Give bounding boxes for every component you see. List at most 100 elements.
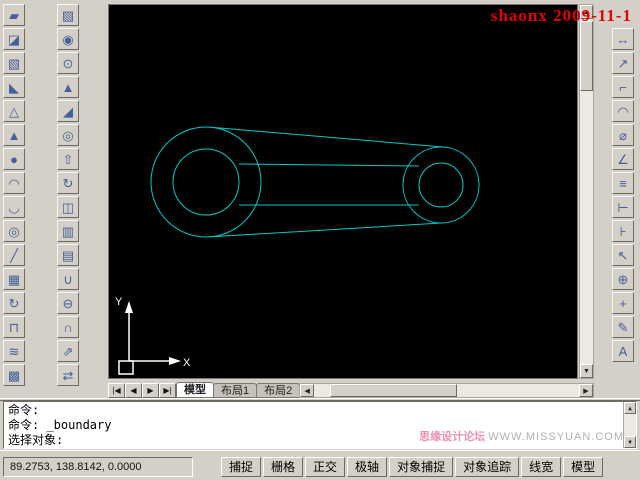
solid-cone-tool-button[interactable]: ▲ xyxy=(57,76,79,98)
horizontal-scroll-thumb[interactable] xyxy=(330,384,457,397)
watermark-site-name: 思缘设计论坛 xyxy=(419,431,485,443)
vertical-scrollbar: ▲ ▼ xyxy=(579,4,594,379)
right-outer-circle[interactable] xyxy=(403,147,479,223)
revolved-surface-icon: ↻ xyxy=(9,297,20,310)
dome-tool-button[interactable]: ◠ xyxy=(3,172,25,194)
dish-tool-button[interactable]: ◡ xyxy=(3,196,25,218)
center-mark-tool-button[interactable]: + xyxy=(612,292,634,314)
intersect-tool-button[interactable]: ∩ xyxy=(57,316,79,338)
move-faces-tool-button[interactable]: ⇄ xyxy=(57,364,79,386)
dimension-edit-tool-button[interactable]: ✎ xyxy=(612,316,634,338)
quick-leader-icon: ↖ xyxy=(618,249,629,262)
tab-nav-prev-button[interactable]: ◀ xyxy=(125,383,142,398)
tab-layout2[interactable]: 布局2 xyxy=(256,383,300,398)
top-slot-line[interactable] xyxy=(239,164,419,166)
union-tool-button[interactable]: ∪ xyxy=(57,268,79,290)
command-scroll-up-button[interactable]: ▲ xyxy=(624,402,636,414)
bottom-tangent-line[interactable] xyxy=(209,223,443,237)
edge-tool-button[interactable]: ╱ xyxy=(3,244,25,266)
revolved-surface-tool-button[interactable]: ↻ xyxy=(3,292,25,314)
torus-surface-tool-button[interactable]: ◎ xyxy=(3,220,25,242)
baseline-dimension-tool-button[interactable]: ⊢ xyxy=(612,196,634,218)
tab-nav-last-button[interactable]: ▶| xyxy=(159,383,176,398)
scroll-left-button[interactable]: ◀ xyxy=(300,384,314,397)
angular-dimension-tool-button[interactable]: ∠ xyxy=(612,148,634,170)
subtract-icon: ⊖ xyxy=(63,297,74,310)
slice-tool-button[interactable]: ◫ xyxy=(57,196,79,218)
command-scroll-down-button[interactable]: ▼ xyxy=(624,436,636,448)
diameter-dimension-tool-button[interactable]: ⌀ xyxy=(612,124,634,146)
ruled-surface-tool-button[interactable]: ≋ xyxy=(3,340,25,362)
status-toggle-polar[interactable]: 极轴 xyxy=(347,457,387,477)
vertical-scroll-track[interactable] xyxy=(580,19,593,364)
ordinate-dimension-icon: ⌐ xyxy=(619,81,627,94)
aligned-dimension-tool-button[interactable]: ↗ xyxy=(612,52,634,74)
revolve-tool-button[interactable]: ↻ xyxy=(57,172,79,194)
extrude-tool-button[interactable]: ⇧ xyxy=(57,148,79,170)
left-inner-circle[interactable] xyxy=(173,149,239,215)
left-outer-circle[interactable] xyxy=(151,127,261,237)
status-toggle-model[interactable]: 模型 xyxy=(563,457,603,477)
ucs-y-label: Y xyxy=(115,296,123,308)
text-tool-button[interactable]: A xyxy=(612,340,634,362)
3d-mesh-tool-button[interactable]: ▦ xyxy=(3,268,25,290)
radius-dimension-icon: ◠ xyxy=(617,105,628,118)
horizontal-scroll-track[interactable] xyxy=(314,384,579,397)
tolerance-tool-button[interactable]: ⊕ xyxy=(612,268,634,290)
quick-leader-tool-button[interactable]: ↖ xyxy=(612,244,634,266)
2d-solid-tool-button[interactable]: ▰ xyxy=(3,4,25,26)
status-toggle-grid[interactable]: 栅格 xyxy=(263,457,303,477)
dome-icon: ◠ xyxy=(8,177,19,190)
continue-dimension-tool-button[interactable]: ⊦ xyxy=(612,220,634,242)
revolve-icon: ↻ xyxy=(63,177,74,190)
continue-dimension-icon: ⊦ xyxy=(620,225,627,238)
3d-face-tool-button[interactable]: ◪ xyxy=(3,28,25,50)
drawing-canvas[interactable]: Y X xyxy=(108,4,578,379)
solid-cylinder-tool-button[interactable]: ⊙ xyxy=(57,52,79,74)
solid-torus-tool-button[interactable]: ◎ xyxy=(57,124,79,146)
status-toggle-ortho[interactable]: 正交 xyxy=(305,457,345,477)
sphere-surface-tool-button[interactable]: ● xyxy=(3,148,25,170)
tabulated-surface-icon: ⊓ xyxy=(9,321,19,334)
right-arrow-icon: ▶ xyxy=(583,387,588,395)
baseline-dimension-icon: ⊢ xyxy=(617,201,628,214)
wedge-surface-icon: ◣ xyxy=(9,81,19,94)
status-toggle-otrack[interactable]: 对象追踪 xyxy=(455,457,519,477)
quick-dimension-tool-button[interactable]: ≡ xyxy=(612,172,634,194)
section-tool-button[interactable]: ▥ xyxy=(57,220,79,242)
tab-layout1[interactable]: 布局1 xyxy=(213,383,257,398)
linear-dimension-icon: ↔ xyxy=(617,33,630,46)
linear-dimension-tool-button[interactable]: ↔ xyxy=(612,28,634,50)
scroll-right-button[interactable]: ▶ xyxy=(579,384,593,397)
extrude-faces-tool-button[interactable]: ⇗ xyxy=(57,340,79,362)
ordinate-dimension-tool-button[interactable]: ⌐ xyxy=(612,76,634,98)
wedge-surface-tool-button[interactable]: ◣ xyxy=(3,76,25,98)
watermark-site-url: WWW.MISSYUAN.COM xyxy=(488,431,624,443)
edge-surface-icon: ▩ xyxy=(8,369,20,382)
right-inner-circle[interactable] xyxy=(419,163,463,207)
interfere-tool-button[interactable]: ▤ xyxy=(57,244,79,266)
status-bar: 89.2753, 138.8142, 0.0000 捕捉栅格正交极轴对象捕捉对象… xyxy=(0,450,640,480)
subtract-tool-button[interactable]: ⊖ xyxy=(57,292,79,314)
tab-model[interactable]: 模型 xyxy=(176,382,214,398)
vertical-scroll-thumb[interactable] xyxy=(580,21,593,91)
solid-box-tool-button[interactable]: ▧ xyxy=(57,4,79,26)
status-toggle-snap[interactable]: 捕捉 xyxy=(221,457,261,477)
edge-surface-tool-button[interactable]: ▩ xyxy=(3,364,25,386)
pyramid-tool-button[interactable]: △ xyxy=(3,100,25,122)
dish-icon: ◡ xyxy=(8,201,19,214)
radius-dimension-tool-button[interactable]: ◠ xyxy=(612,100,634,122)
scroll-down-button[interactable]: ▼ xyxy=(580,364,593,378)
solid-sphere-tool-button[interactable]: ◉ xyxy=(57,28,79,50)
tab-nav-next-button[interactable]: ▶ xyxy=(142,383,159,398)
edge-icon: ╱ xyxy=(10,249,18,262)
solid-wedge-tool-button[interactable]: ◢ xyxy=(57,100,79,122)
status-toggle-lwt[interactable]: 线宽 xyxy=(521,457,561,477)
box-surface-tool-button[interactable]: ▧ xyxy=(3,52,25,74)
tabulated-surface-tool-button[interactable]: ⊓ xyxy=(3,316,25,338)
cone-surface-tool-button[interactable]: ▲ xyxy=(3,124,25,146)
slice-icon: ◫ xyxy=(62,201,74,214)
interfere-icon: ▤ xyxy=(62,249,74,262)
status-toggle-osnap[interactable]: 对象捕捉 xyxy=(389,457,453,477)
tab-nav-first-button[interactable]: |◀ xyxy=(108,383,125,398)
